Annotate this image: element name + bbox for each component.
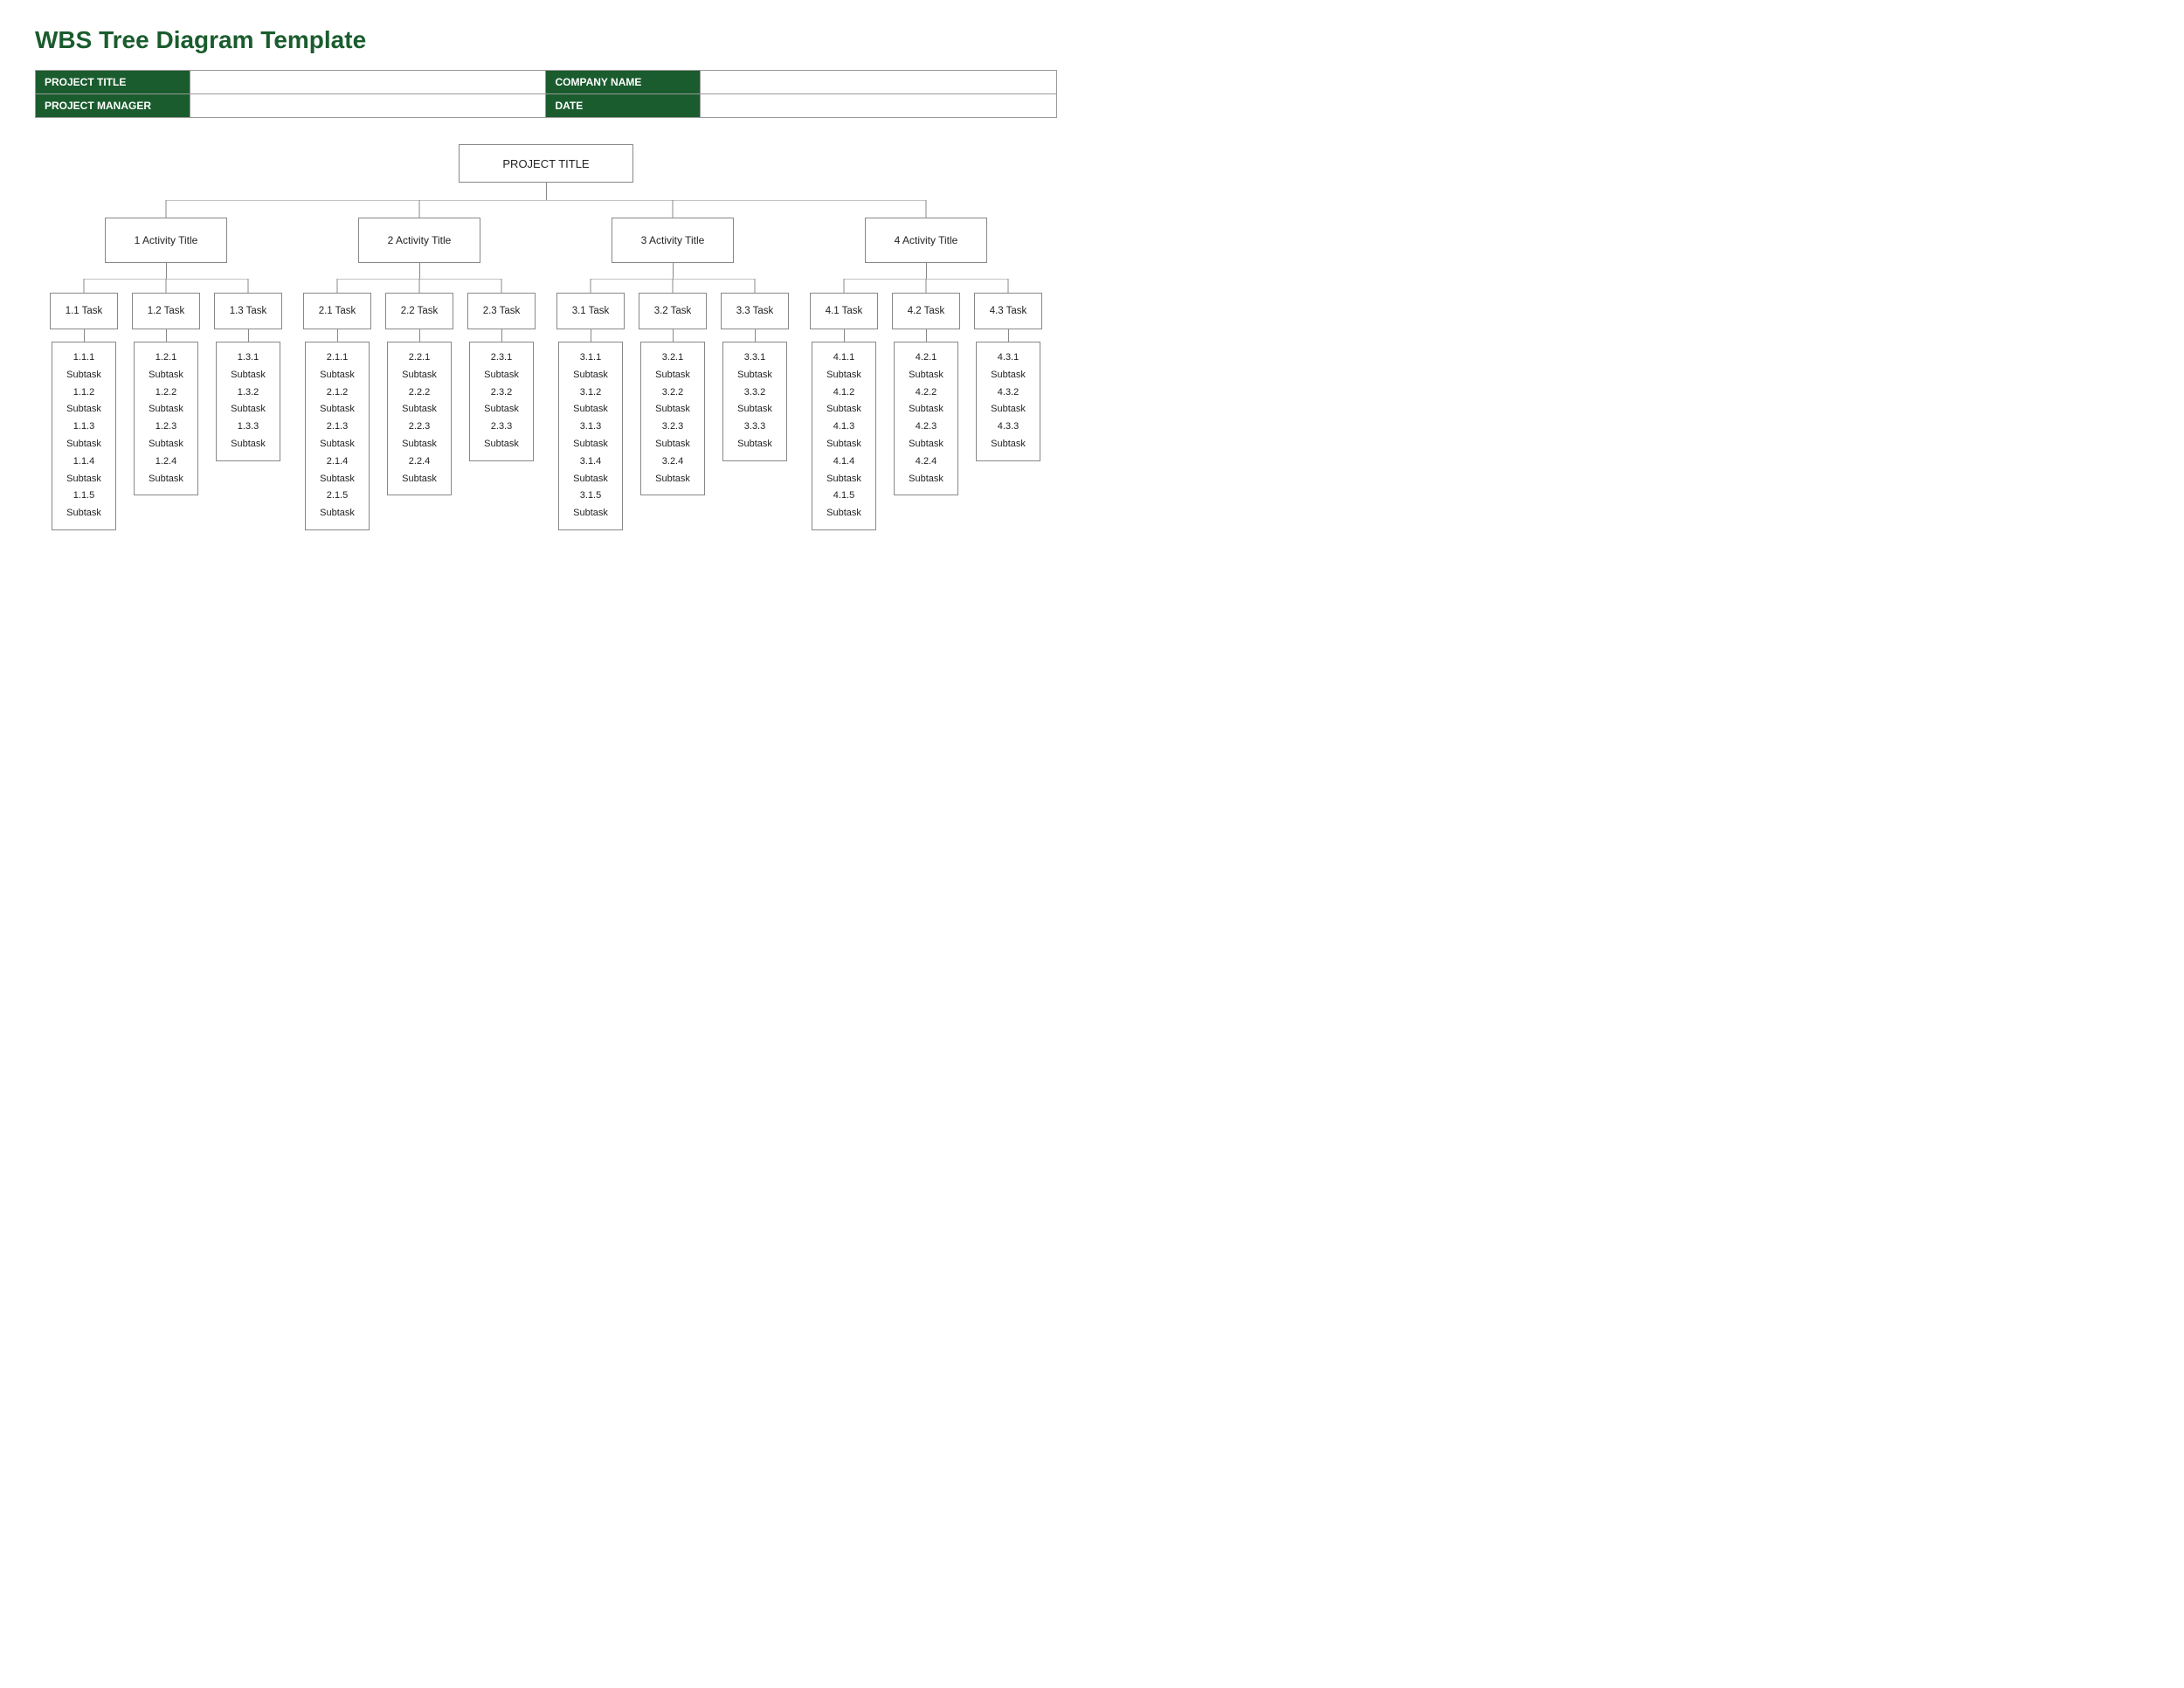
wbs-node: 2.1 Task <box>303 293 371 329</box>
date-label: DATE <box>546 94 701 118</box>
wbs-node: 4 Activity Title <box>865 218 987 263</box>
company-name-label: COMPANY NAME <box>546 71 701 94</box>
date-value[interactable] <box>701 94 1057 118</box>
subtask-node: 1.2.1 Subtask1.2.2 Subtask1.2.3 Subtask1… <box>134 342 198 495</box>
info-table: PROJECT TITLE COMPANY NAME PROJECT MANAG… <box>35 70 1057 118</box>
subtask-node: 1.3.1 Subtask1.3.2 Subtask1.3.3 Subtask <box>216 342 280 461</box>
subtask-node: 2.1.1 Subtask2.1.2 Subtask2.1.3 Subtask2… <box>305 342 370 530</box>
subtask-node: 4.3.1 Subtask4.3.2 Subtask4.3.3 Subtask <box>976 342 1040 461</box>
wbs-node: 3.1 Task <box>556 293 625 329</box>
wbs-diagram: PROJECT TITLE 1 Activity Title 1.1 Task 1.1… <box>35 144 1057 530</box>
wbs-node: 2.2 Task <box>385 293 453 329</box>
wbs-node: 4.1 Task <box>810 293 878 329</box>
wbs-node: 3 Activity Title <box>612 218 734 263</box>
project-manager-value[interactable] <box>190 94 546 118</box>
project-title-value[interactable] <box>190 71 546 94</box>
subtask-node: 3.2.1 Subtask3.2.2 Subtask3.2.3 Subtask3… <box>640 342 705 495</box>
subtask-node: 2.2.1 Subtask2.2.2 Subtask2.2.3 Subtask2… <box>387 342 452 495</box>
wbs-node: 4.2 Task <box>892 293 960 329</box>
subtask-node: 3.1.1 Subtask3.1.2 Subtask3.1.3 Subtask3… <box>558 342 623 530</box>
wbs-node: 1 Activity Title <box>105 218 227 263</box>
project-title-label: PROJECT TITLE <box>36 71 190 94</box>
wbs-node: 2.3 Task <box>467 293 536 329</box>
subtask-node: 3.3.1 Subtask3.3.2 Subtask3.3.3 Subtask <box>722 342 787 461</box>
subtask-node: 4.2.1 Subtask4.2.2 Subtask4.2.3 Subtask4… <box>894 342 958 495</box>
wbs-node: 2 Activity Title <box>358 218 480 263</box>
wbs-node: 4.3 Task <box>974 293 1042 329</box>
wbs-node: 3.3 Task <box>721 293 789 329</box>
page-title: WBS Tree Diagram Template <box>35 26 1057 54</box>
wbs-node: 1.1 Task <box>50 293 118 329</box>
wbs-node: 1.3 Task <box>214 293 282 329</box>
wbs-node: 3.2 Task <box>639 293 707 329</box>
wbs-node: 1.2 Task <box>132 293 200 329</box>
subtask-node: 2.3.1 Subtask2.3.2 Subtask2.3.3 Subtask <box>469 342 534 461</box>
subtask-node: 1.1.1 Subtask1.1.2 Subtask1.1.3 Subtask1… <box>52 342 116 530</box>
project-manager-label: PROJECT MANAGER <box>36 94 190 118</box>
subtask-node: 4.1.1 Subtask4.1.2 Subtask4.1.3 Subtask4… <box>812 342 876 530</box>
company-name-value[interactable] <box>701 71 1057 94</box>
wbs-node: PROJECT TITLE <box>459 144 633 183</box>
